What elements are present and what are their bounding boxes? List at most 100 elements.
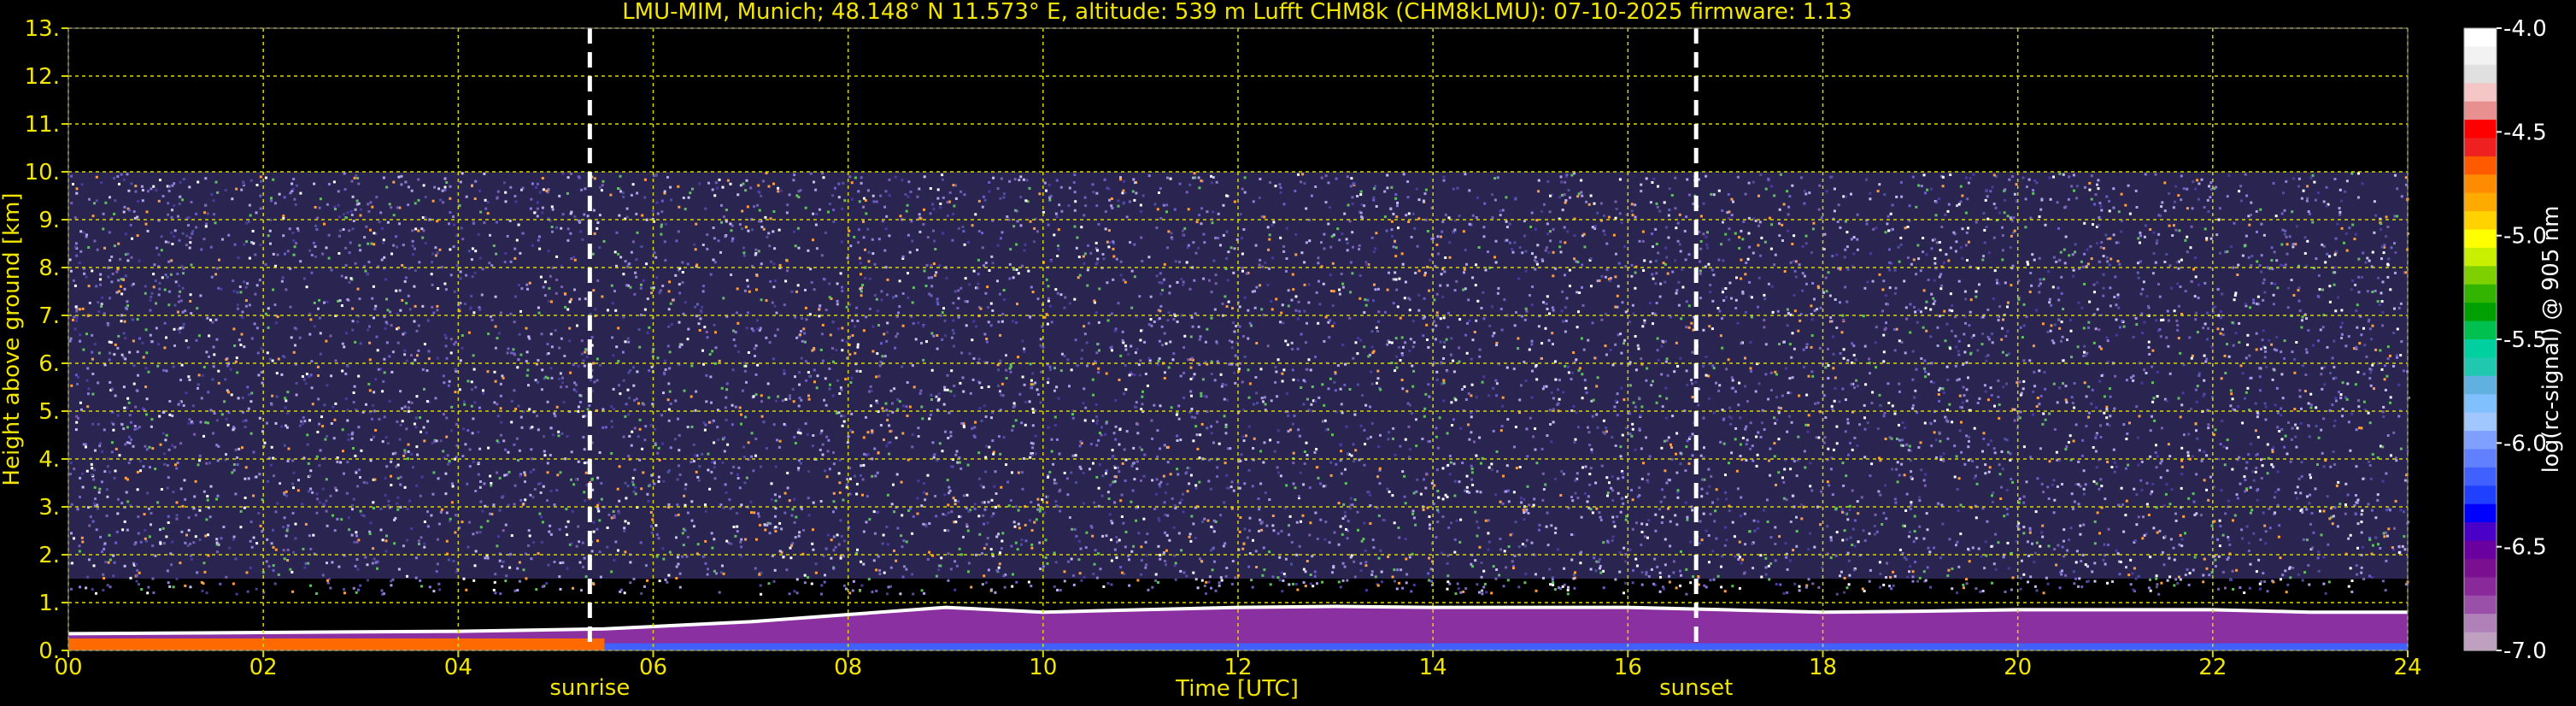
- noise-speckle: [1884, 294, 1887, 297]
- noise-speckle: [1848, 509, 1851, 511]
- noise-speckle: [1217, 237, 1220, 239]
- noise-speckle: [1475, 454, 1478, 457]
- noise-speckle: [1517, 545, 1521, 549]
- noise-speckle: [309, 469, 313, 473]
- noise-speckle: [2180, 538, 2184, 541]
- noise-speckle: [160, 488, 163, 491]
- noise-speckle: [115, 530, 119, 533]
- noise-speckle: [2069, 527, 2073, 530]
- noise-speckle: [1910, 470, 1913, 474]
- noise-speckle: [987, 385, 990, 388]
- noise-speckle: [2084, 483, 2087, 486]
- noise-speckle: [1340, 450, 1343, 453]
- noise-speckle: [1119, 566, 1123, 569]
- noise-speckle: [1495, 450, 1499, 453]
- noise-speckle: [367, 579, 369, 582]
- noise-speckle: [1105, 372, 1108, 375]
- noise-speckle: [592, 289, 596, 292]
- noise-speckle: [1165, 483, 1169, 485]
- noise-speckle: [617, 252, 620, 256]
- noise-speckle: [1848, 574, 1851, 577]
- noise-speckle: [2385, 215, 2388, 219]
- noise-speckle: [397, 175, 401, 179]
- noise-speckle: [187, 528, 191, 532]
- noise-speckle: [1714, 509, 1717, 513]
- noise-speckle: [2178, 229, 2181, 232]
- noise-speckle: [883, 571, 886, 574]
- noise-speckle: [304, 522, 308, 526]
- noise-speckle: [1159, 187, 1162, 190]
- noise-speckle: [1428, 515, 1431, 518]
- noise-speckle: [2210, 524, 2214, 527]
- noise-speckle: [2139, 234, 2142, 238]
- noise-speckle: [531, 496, 535, 499]
- noise-speckle: [255, 184, 259, 186]
- noise-speckle: [258, 416, 261, 420]
- noise-speckle: [214, 273, 218, 276]
- noise-speckle: [798, 371, 801, 374]
- noise-speckle: [421, 236, 425, 239]
- noise-speckle: [2268, 527, 2272, 530]
- noise-speckle: [1986, 443, 1990, 446]
- noise-speckle: [1810, 345, 1813, 349]
- noise-speckle: [462, 427, 466, 431]
- noise-speckle: [95, 285, 98, 288]
- noise-speckle: [1570, 174, 1574, 177]
- noise-speckle: [1734, 427, 1738, 430]
- noise-speckle: [1611, 475, 1614, 478]
- noise-speckle: [855, 369, 859, 373]
- noise-speckle: [107, 266, 110, 269]
- noise-speckle: [561, 172, 565, 175]
- noise-speckle: [1957, 353, 1961, 356]
- noise-speckle: [946, 388, 949, 391]
- noise-speckle: [316, 216, 320, 220]
- noise-speckle: [1576, 326, 1579, 329]
- noise-speckle: [116, 175, 120, 178]
- noise-speckle: [1740, 496, 1743, 499]
- noise-speckle: [877, 555, 880, 558]
- noise-speckle: [1118, 470, 1121, 474]
- noise-speckle: [1386, 343, 1389, 346]
- noise-speckle: [756, 319, 759, 322]
- noise-speckle: [907, 195, 910, 198]
- noise-speckle: [1888, 268, 1892, 272]
- noise-speckle: [1076, 236, 1079, 239]
- noise-speckle: [828, 468, 831, 471]
- noise-speckle: [1165, 342, 1168, 345]
- noise-speckle: [1603, 232, 1606, 236]
- noise-speckle: [621, 191, 625, 195]
- noise-speckle: [1734, 438, 1737, 441]
- noise-speckle: [1428, 556, 1431, 560]
- noise-speckle: [1068, 385, 1071, 388]
- noise-speckle: [1787, 391, 1790, 395]
- noise-speckle: [1033, 227, 1036, 230]
- noise-speckle: [949, 434, 953, 438]
- noise-speckle: [1216, 475, 1219, 478]
- noise-speckle: [2196, 437, 2199, 440]
- noise-speckle: [1146, 384, 1149, 387]
- noise-speckle: [1121, 462, 1124, 465]
- noise-speckle: [964, 277, 967, 280]
- noise-speckle: [502, 439, 506, 443]
- noise-speckle: [78, 308, 81, 311]
- noise-speckle: [2080, 260, 2083, 263]
- noise-speckle: [2344, 512, 2347, 515]
- noise-speckle: [944, 334, 947, 338]
- noise-speckle: [1033, 521, 1036, 524]
- noise-speckle: [292, 486, 295, 490]
- noise-speckle: [1622, 472, 1624, 475]
- noise-speckle: [1789, 261, 1793, 264]
- noise-speckle: [1530, 343, 1534, 346]
- noise-speckle: [2174, 185, 2178, 188]
- noise-speckle: [1208, 279, 1211, 282]
- noise-speckle: [646, 332, 649, 334]
- noise-speckle: [1549, 230, 1552, 233]
- noise-speckle: [1490, 591, 1493, 595]
- noise-speckle: [1174, 562, 1177, 565]
- noise-speckle: [729, 182, 732, 185]
- noise-speckle: [823, 580, 826, 584]
- noise-speckle: [1869, 191, 1872, 195]
- noise-speckle: [1013, 404, 1017, 408]
- noise-speckle: [1975, 295, 1978, 298]
- noise-speckle: [1638, 239, 1641, 243]
